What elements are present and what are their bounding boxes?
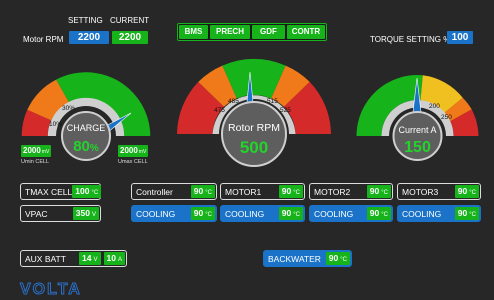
rpm-gauge: 475 485 515 525 Rotor RPM 500 — [177, 58, 331, 167]
charge-tick-10: 10% — [49, 121, 62, 128]
cell-min-value: 2000mV — [21, 145, 52, 157]
charge-label: CHARGE — [67, 123, 106, 133]
controller-temp-readout: Controller 90 °C — [131, 183, 217, 200]
gauges-layer: 10% 30% CHARGE 80% 475 485 515 525 Rotor… — [21, 58, 479, 167]
cooling1-readout: COOLING 90 °C — [131, 205, 217, 222]
current-value: 150 — [404, 139, 431, 156]
cooling4-readout: COOLING 90 °C — [397, 205, 481, 222]
current-label: Current A — [398, 125, 436, 135]
rpm-tick-475: 475 — [214, 107, 225, 114]
motor2-temp-readout: MOTOR2 90 °C — [309, 183, 393, 200]
cell-max-label: Umax CELL — [118, 159, 148, 165]
current-gauge: 200 250 Current A 150 — [356, 74, 479, 161]
rpm-tick-515: 515 — [267, 98, 278, 105]
vpac-readout: VPAC 350 V — [20, 205, 101, 222]
dashboard-screen: SETTING CURRENT Motor RPM 2200 2200 BMS … — [0, 0, 494, 300]
tmax-cell-readout: TMAX CELL 100 °C — [20, 183, 102, 200]
rpm-tick-485: 485 — [228, 98, 239, 105]
motor3-temp-readout: MOTOR3 90 °C — [397, 183, 481, 200]
current-tick-250: 250 — [441, 114, 452, 121]
cell-min-label: Umin CELL — [21, 159, 50, 165]
current-tick-200: 200 — [429, 103, 440, 110]
backwater-readout: BACKWATER 90 °C — [263, 250, 352, 267]
motor1-temp-readout: MOTOR1 90 °C — [220, 183, 305, 200]
cooling3-readout: COOLING 90 °C — [309, 205, 393, 222]
rpm-value: 500 — [240, 138, 268, 157]
cooling2-readout: COOLING 90 °C — [220, 205, 305, 222]
cell-max-value: 2000mV — [118, 145, 149, 157]
charge-tick-30: 30% — [62, 105, 75, 112]
volta-logo: VOLTA — [20, 281, 82, 299]
rpm-tick-525: 525 — [280, 107, 291, 114]
rpm-label: Rotor RPM — [228, 122, 280, 134]
aux-batt-readout: AUX BATT 14 V 10 A — [20, 250, 127, 267]
